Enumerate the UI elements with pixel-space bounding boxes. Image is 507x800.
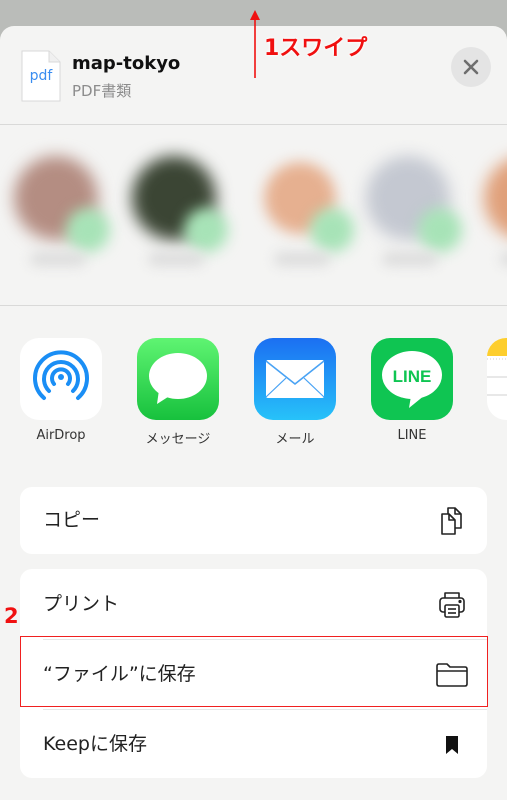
app-label: メール [275,432,315,447]
app-label: LINE [397,428,427,443]
close-icon [463,59,479,75]
line-logo-text: LINE [393,367,432,386]
line-badge-icon [184,208,228,252]
line-badge-icon [66,208,110,252]
copy-icon [435,503,469,537]
contact-name [500,252,507,266]
action-label: Keepに保存 [43,733,147,755]
app-mail[interactable]: メール [254,338,338,447]
line-badge-icon [310,208,354,252]
contact-suggestion[interactable] [14,156,110,266]
annotation-step-2: 2 [4,604,19,628]
action-copy[interactable]: コピー [20,485,487,555]
contact-suggestion[interactable] [258,156,354,266]
suggested-contacts-row[interactable] [0,126,507,306]
contact-name [148,252,204,266]
app-label: AirDrop [36,428,86,443]
app-label: メッセージ [145,432,211,447]
swipe-up-arrow-icon [250,10,260,78]
line-icon: LINE [371,338,453,420]
line-badge-icon [418,208,462,252]
app-messages[interactable]: メッセージ [137,338,221,447]
contact-suggestion[interactable] [132,156,228,266]
app-airdrop[interactable]: AirDrop [20,338,104,443]
messages-icon [137,338,219,420]
action-save-to-keep[interactable]: Keepに保存 [20,709,487,779]
action-label: プリント [43,593,120,615]
action-label: コピー [43,509,101,531]
file-type: PDF書類 [72,82,132,100]
annotation-step-1: 1スワイプ [264,36,368,61]
notes-icon [487,338,507,420]
pdf-file-icon: pdf [21,50,61,102]
bookmark-icon [435,727,469,761]
contact-name [30,252,86,266]
app-line[interactable]: LINE LINE [371,338,455,443]
contact-avatar [484,156,507,240]
contact-name [274,252,330,266]
action-print[interactable]: プリント [20,569,487,639]
file-extension-label: pdf [29,68,53,84]
printer-icon [435,587,469,621]
airdrop-icon [20,338,102,420]
close-button[interactable] [451,47,491,87]
annotation-highlight-box [20,636,488,707]
share-apps-row: AirDrop メッセージ メール LINE LINE [0,306,507,466]
app-notes[interactable] [487,338,507,428]
mail-icon [254,338,336,420]
contact-name [382,252,438,266]
contact-suggestion[interactable] [366,156,462,266]
contact-suggestion[interactable] [484,156,507,266]
file-name: map-tokyo [72,53,181,74]
action-group-copy: コピー [20,487,487,554]
